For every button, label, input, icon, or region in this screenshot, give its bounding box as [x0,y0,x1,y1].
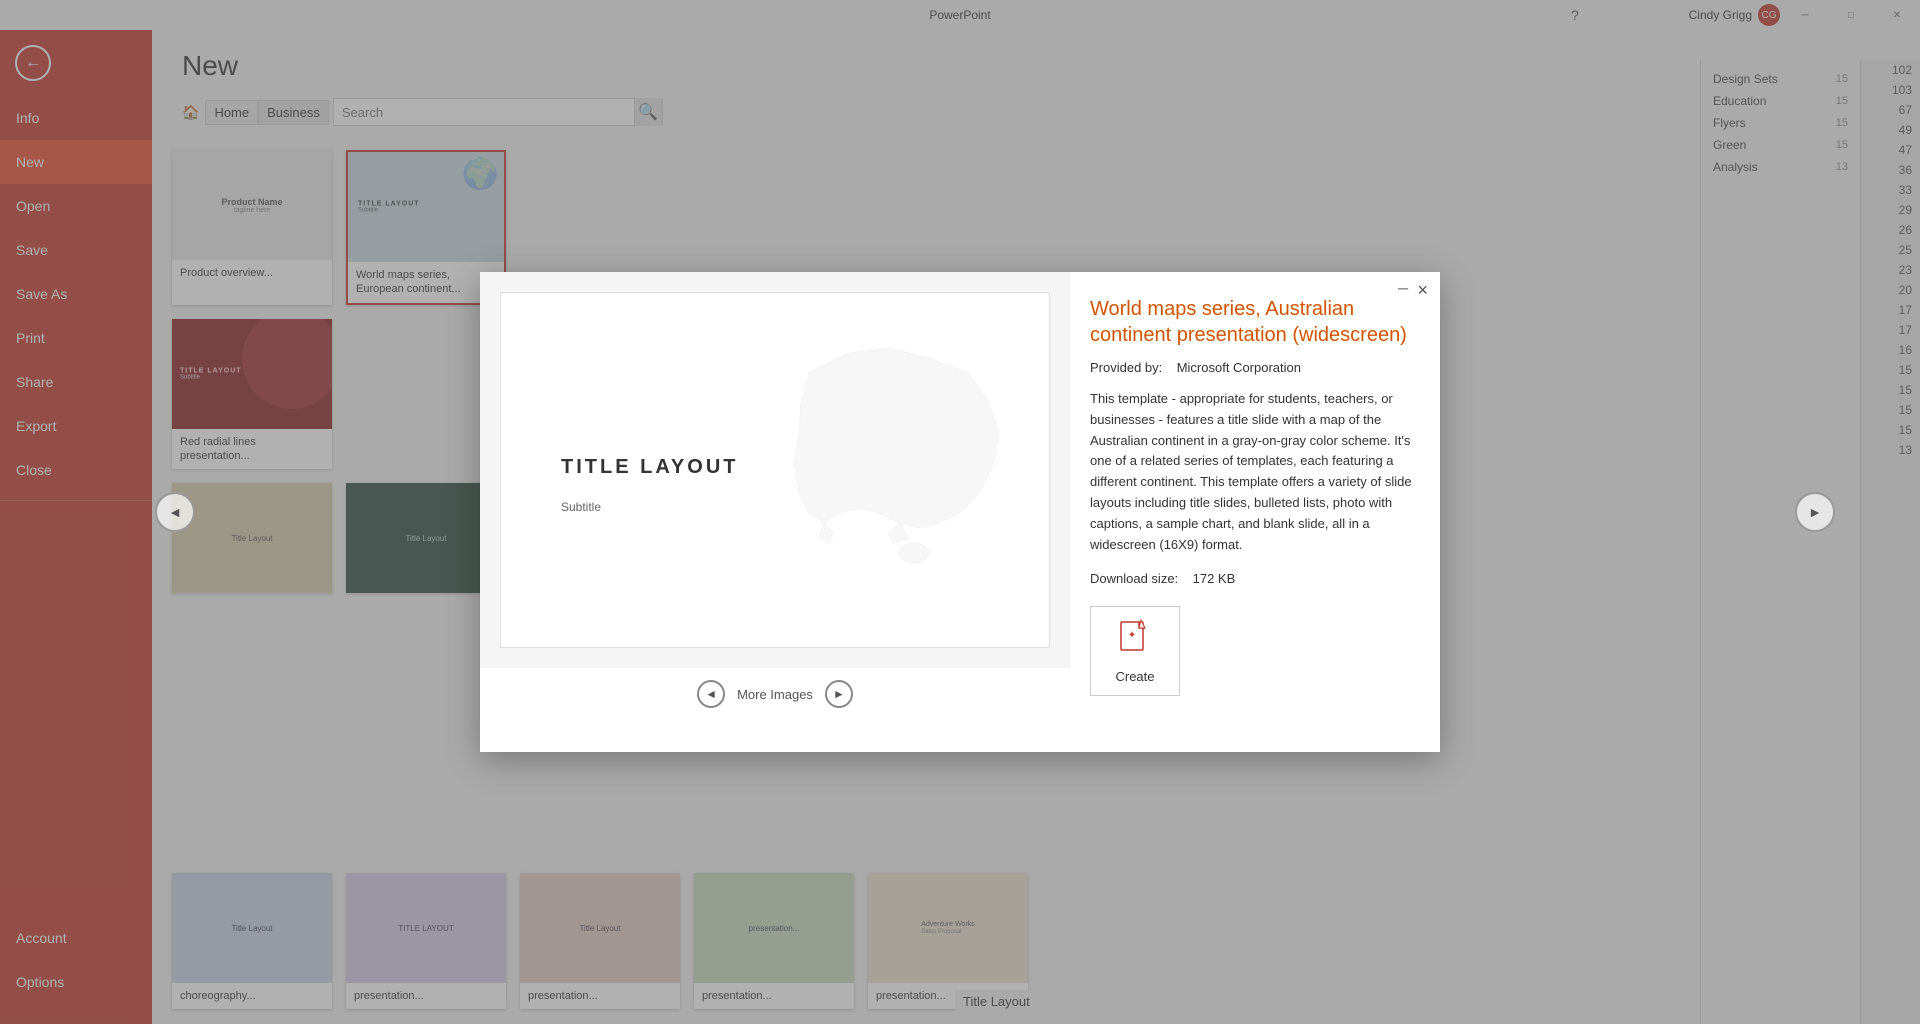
australia-map-svg [729,313,1029,573]
preview-slide: TITLE LAYOUT Subtitle [501,293,1049,647]
preview-controls: ◄ More Images ► [480,668,1070,720]
modal-preview-panel: TITLE LAYOUT Subtitle ◄ More Images ► [480,272,1070,720]
modal-overlay: ◄ × ─ TITLE LAYOUT Subtitle [0,0,1920,1024]
preview-title: TITLE LAYOUT [561,456,738,479]
modal-download-size: Download size: 172 KB [1090,571,1420,586]
create-doc-icon: ✦ [1119,618,1151,654]
preview-subtitle: Subtitle [561,500,601,514]
nav-arrow-right[interactable]: ► [1795,492,1835,532]
create-button-container: ✦ Create [1090,606,1420,696]
modal-minimize-button[interactable]: ─ [1398,280,1408,296]
more-images-label: More Images [737,687,813,702]
next-image-button[interactable]: ► [825,680,853,708]
modal-description: This template - appropriate for students… [1090,389,1420,555]
modal-template-title: World maps series, Australian continent … [1090,296,1420,348]
preview-image: TITLE LAYOUT Subtitle [500,292,1050,648]
modal-body: TITLE LAYOUT Subtitle ◄ More Images ► Wo… [480,272,1440,720]
svg-text:✦: ✦ [1128,630,1136,641]
create-button[interactable]: ✦ Create [1090,606,1180,696]
prev-image-button[interactable]: ◄ [697,680,725,708]
create-label: Create [1115,669,1154,684]
nav-arrow-left[interactable]: ◄ [155,492,195,532]
modal-provider: Provided by: Microsoft Corporation [1090,360,1420,375]
template-detail-modal: × ─ TITLE LAYOUT Subtitle [480,272,1440,752]
create-icon: ✦ [1119,618,1151,661]
modal-close-button[interactable]: × [1417,280,1428,301]
modal-info-panel: World maps series, Australian continent … [1070,272,1440,720]
